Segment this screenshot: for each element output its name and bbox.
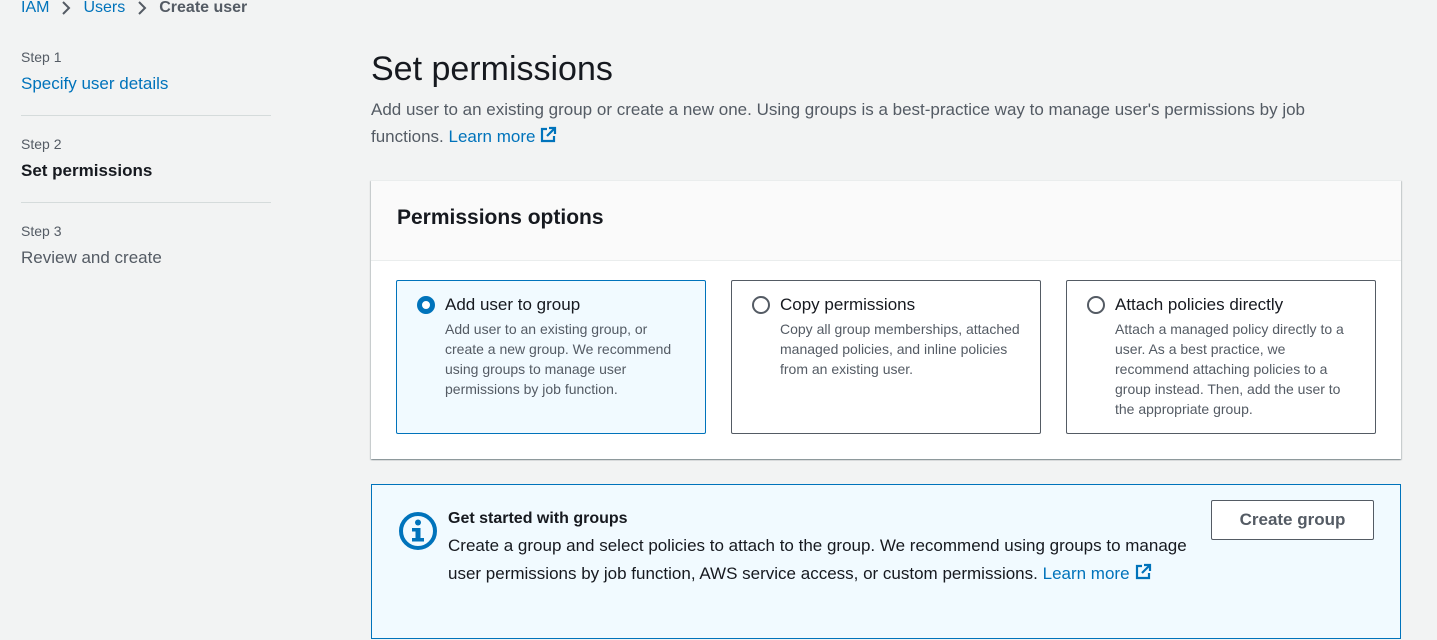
page: IAM Users Create user Step 1 Specify use… <box>0 0 1437 640</box>
option-title: Add user to group <box>445 295 581 314</box>
info-icon <box>398 511 438 556</box>
option-title: Copy permissions <box>780 295 916 314</box>
main-content: Set permissions Add user to an existing … <box>371 48 1401 639</box>
step-title-set-permissions: Set permissions <box>21 161 153 180</box>
step-2: Step 2 Set permissions <box>21 134 271 203</box>
chevron-right-icon <box>125 0 159 17</box>
step-1: Step 1 Specify user details <box>21 47 271 116</box>
step-number: Step 1 <box>21 49 62 65</box>
option-text: Add user to group Add user to an existin… <box>445 295 687 419</box>
learn-more-label: Learn more <box>1042 564 1130 583</box>
page-title: Set permissions <box>371 50 613 88</box>
panel-header: Permissions options <box>371 181 1401 261</box>
info-body: Get started with groups Create a group a… <box>448 508 1188 590</box>
page-description: Add user to an existing group or create … <box>371 96 1361 152</box>
external-link-icon <box>1134 562 1152 590</box>
chevron-right-icon <box>49 0 83 17</box>
step-number: Step 2 <box>21 136 62 152</box>
breadcrumb-current: Create user <box>159 0 248 16</box>
option-description: Add user to an existing group, or create… <box>445 321 672 397</box>
step-number: Step 3 <box>21 223 62 239</box>
radio-button-checked[interactable] <box>417 296 435 314</box>
permission-option-group: Add user to group Add user to an existin… <box>371 261 1401 459</box>
option-text: Copy permissions Copy all group membersh… <box>780 295 1022 419</box>
permissions-options-panel: Permissions options Add user to group Ad… <box>371 180 1401 459</box>
breadcrumb: IAM Users Create user <box>21 0 247 20</box>
radio-button[interactable] <box>1087 296 1105 314</box>
option-description: Attach a managed policy directly to a us… <box>1115 321 1344 417</box>
option-description: Copy all group memberships, attached man… <box>780 321 1020 377</box>
info-title: Get started with groups <box>448 510 628 527</box>
step-title-review-and-create: Review and create <box>21 248 162 267</box>
option-add-user-to-group[interactable]: Add user to group Add user to an existin… <box>396 280 706 434</box>
breadcrumb-users[interactable]: Users <box>83 0 125 17</box>
radio-button[interactable] <box>752 296 770 314</box>
panel-title: Permissions options <box>397 206 604 229</box>
info-alert: Get started with groups Create a group a… <box>371 484 1401 639</box>
learn-more-label: Learn more <box>448 127 536 146</box>
option-copy-permissions[interactable]: Copy permissions Copy all group membersh… <box>731 280 1041 434</box>
breadcrumb-iam[interactable]: IAM <box>21 0 49 17</box>
step-3: Step 3 Review and create <box>21 221 271 289</box>
info-learn-more-link[interactable]: Learn more <box>1042 563 1152 583</box>
step-link-specify-user-details[interactable]: Specify user details <box>21 71 271 97</box>
external-link-icon <box>539 125 557 152</box>
wizard-steps: Step 1 Specify user details Step 2 Set p… <box>21 47 271 307</box>
option-attach-policies-directly[interactable]: Attach policies directly Attach a manage… <box>1066 280 1376 434</box>
option-text: Attach policies directly Attach a manage… <box>1115 295 1357 419</box>
option-title: Attach policies directly <box>1115 295 1284 314</box>
info-text: Create a group and select policies to at… <box>448 532 1188 590</box>
learn-more-link[interactable]: Learn more <box>448 126 558 146</box>
create-group-button[interactable]: Create group <box>1211 500 1374 540</box>
